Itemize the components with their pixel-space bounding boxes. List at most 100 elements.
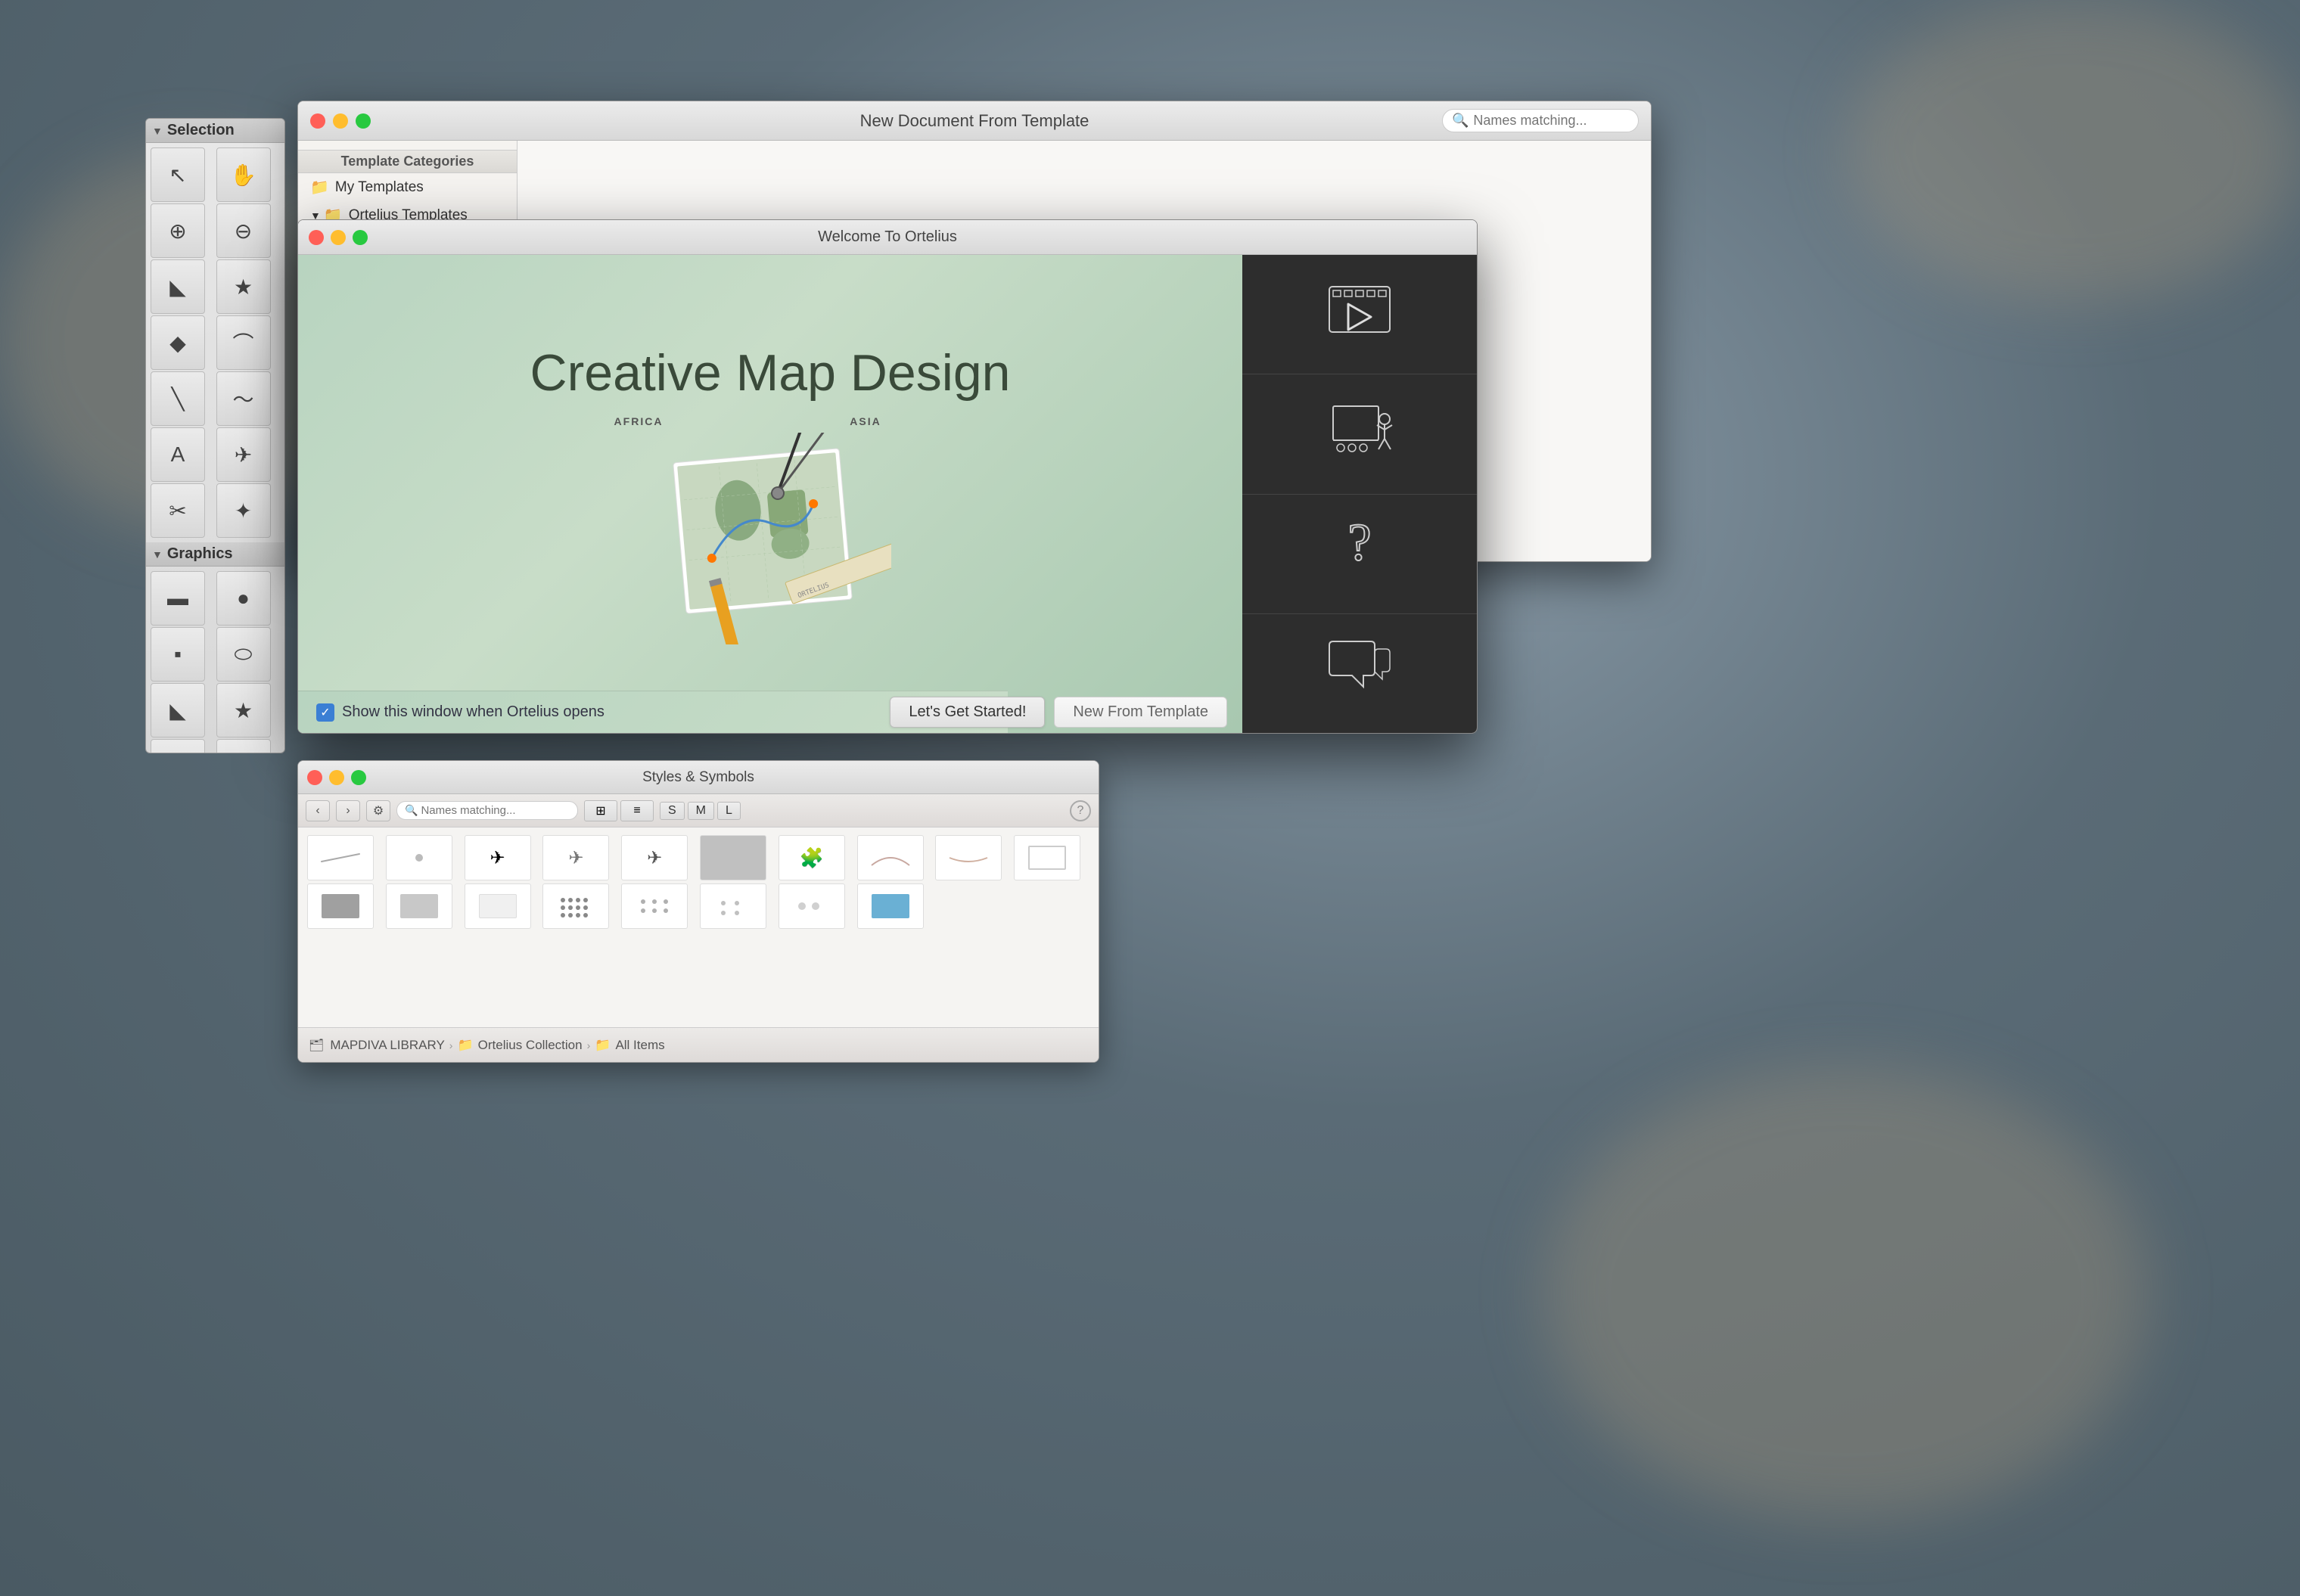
help-icon: ? — [1326, 514, 1394, 593]
welcome-content: Creative Map Design — [298, 255, 1242, 733]
styles-titlebar: Styles & Symbols — [298, 761, 1099, 794]
style-item-gray-rect[interactable] — [307, 883, 374, 929]
graphics-triangle: ▼ — [152, 548, 163, 560]
zoom-in-tool[interactable]: ⊕ — [151, 203, 205, 258]
poly-tool[interactable]: ◣ — [151, 683, 205, 737]
community-btn[interactable] — [1242, 614, 1477, 733]
style-item-dots-dense[interactable] — [542, 883, 609, 929]
rect-tool[interactable]: ▬ — [151, 571, 205, 626]
style-item-med-gray-rect[interactable] — [386, 883, 452, 929]
style-item-outline-rect[interactable] — [1014, 835, 1080, 880]
view-toggle: ⊞ ≡ — [584, 800, 654, 821]
style-item-plane2[interactable]: ✈ — [542, 835, 609, 880]
path-tool[interactable]: ◆ — [151, 739, 205, 753]
style-item-dots-med[interactable] — [621, 883, 688, 929]
modal-max-btn[interactable] — [353, 230, 368, 245]
scissors-tool[interactable]: ✂ — [151, 483, 205, 538]
template-max-btn[interactable] — [356, 113, 371, 129]
style-item-curve2[interactable] — [935, 835, 1002, 880]
styles-back-btn[interactable]: ‹ — [306, 800, 330, 821]
selection-triangle: ▼ — [152, 125, 163, 137]
size-l-btn[interactable]: L — [717, 802, 741, 820]
arc-tool[interactable]: ⌒ — [216, 315, 271, 370]
styles-action-btn[interactable]: ⚙ — [366, 800, 390, 821]
modal-min-btn[interactable] — [331, 230, 346, 245]
sidebar-label-my-templates: My Templates — [335, 179, 424, 196]
fly-tool[interactable]: ✈ — [216, 427, 271, 482]
template-min-btn[interactable] — [333, 113, 348, 129]
style-item-blue-rect[interactable] — [857, 883, 924, 929]
graphics-label: Graphics — [167, 545, 233, 563]
styles-grid: ✈ ✈ ✈ 🧩 — [298, 827, 1099, 936]
curve-tool[interactable]: ⌒ — [216, 739, 271, 753]
styles-min-btn[interactable] — [329, 770, 344, 785]
template-window-title: New Document From Template — [860, 111, 1089, 131]
footer-breadcrumb: MAPDIVA LIBRARY › 📁 Ortelius Collection … — [330, 1038, 664, 1053]
welcome-heading: Creative Map Design — [530, 343, 1011, 402]
welcome-logo: ORTELIUS — [649, 433, 891, 644]
size-s-btn[interactable]: S — [660, 802, 685, 820]
template-titlebar: New Document From Template 🔍 — [298, 101, 1651, 141]
style-item-curve1[interactable] — [857, 835, 924, 880]
folder-icon-my-templates: 📁 — [310, 178, 329, 197]
styles-help-btn[interactable]: ? — [1070, 800, 1091, 821]
circle-tool[interactable]: ● — [216, 571, 271, 626]
africa-label: AFRICA — [614, 415, 664, 427]
selection-label: Selection — [167, 122, 235, 139]
tutorial-btn[interactable] — [1242, 374, 1477, 494]
styles-search-bar[interactable]: 🔍 — [396, 801, 578, 820]
star2-tool[interactable]: ★ — [216, 683, 271, 737]
get-started-btn[interactable]: Let's Get Started! — [890, 697, 1045, 728]
styles-search-input[interactable] — [421, 804, 570, 817]
modal-close-btn[interactable] — [309, 230, 324, 245]
modal-action-row: Let's Get Started! New From Template — [298, 691, 1242, 733]
footer-sep-2: › — [587, 1039, 591, 1051]
bg-blur-1 — [1846, 0, 2300, 303]
new-from-template-btn[interactable]: New From Template — [1054, 697, 1227, 728]
selection-section-header[interactable]: ▼ Selection — [146, 119, 284, 143]
bg-blur-2 — [1543, 1067, 2149, 1520]
styles-close-btn[interactable] — [307, 770, 322, 785]
style-item-puzzle[interactable]: 🧩 — [779, 835, 845, 880]
style-item-plane1[interactable]: ✈ — [465, 835, 531, 880]
arrow-tool[interactable]: ↖ — [151, 147, 205, 202]
style-item-dot1[interactable] — [386, 835, 452, 880]
line-tool[interactable]: ╲ — [151, 371, 205, 426]
template-close-btn[interactable] — [310, 113, 325, 129]
template-search-input[interactable] — [1473, 113, 1624, 129]
style-item-dots-large[interactable] — [779, 883, 845, 929]
transform-tool[interactable]: ✦ — [216, 483, 271, 538]
video-btn[interactable] — [1242, 255, 1477, 374]
grid-view-btn[interactable]: ⊞ — [584, 800, 617, 821]
video-icon — [1326, 283, 1394, 346]
style-item-white-rect[interactable] — [465, 883, 531, 929]
list-view-btn[interactable]: ≡ — [620, 800, 654, 821]
wave-tool[interactable]: 〜 — [216, 371, 271, 426]
help-btn[interactable]: ? — [1242, 495, 1477, 614]
template-search-icon: 🔍 — [1452, 113, 1469, 129]
template-search-bar[interactable]: 🔍 — [1442, 109, 1639, 132]
selection-tools: ↖ ✋ ⊕ ⊖ ◣ ★ ◆ ⌒ ╲ 〜 A ✈ ✂ ✦ — [146, 143, 284, 542]
styles-max-btn[interactable] — [351, 770, 366, 785]
text-tool[interactable]: A — [151, 427, 205, 482]
style-item-plane3[interactable]: ✈ — [621, 835, 688, 880]
style-item-gray-sq[interactable] — [700, 835, 766, 880]
zoom-out-tool[interactable]: ⊖ — [216, 203, 271, 258]
footer-sep-1: › — [449, 1039, 453, 1051]
diamond-tool[interactable]: ◆ — [151, 315, 205, 370]
logo-svg: ORTELIUS — [649, 433, 891, 644]
star-tool[interactable]: ★ — [216, 259, 271, 314]
styles-footer: 🗂 MAPDIVA LIBRARY › 📁 Ortelius Collectio… — [298, 1027, 1099, 1062]
hand-tool[interactable]: ✋ — [216, 147, 271, 202]
styles-controls — [307, 770, 366, 785]
styles-forward-btn[interactable]: › — [336, 800, 360, 821]
footer-library-label: MAPDIVA LIBRARY — [330, 1038, 444, 1053]
square-tool[interactable]: ▪ — [151, 627, 205, 682]
ellipse-tool[interactable]: ⬭ — [216, 627, 271, 682]
size-m-btn[interactable]: M — [688, 802, 714, 820]
graphics-section-header[interactable]: ▼ Graphics — [146, 542, 284, 567]
sidebar-item-my-templates[interactable]: 📁 My Templates — [298, 173, 517, 201]
style-item-line1[interactable] — [307, 835, 374, 880]
node-tool[interactable]: ◣ — [151, 259, 205, 314]
style-item-dots-sparse[interactable] — [700, 883, 766, 929]
